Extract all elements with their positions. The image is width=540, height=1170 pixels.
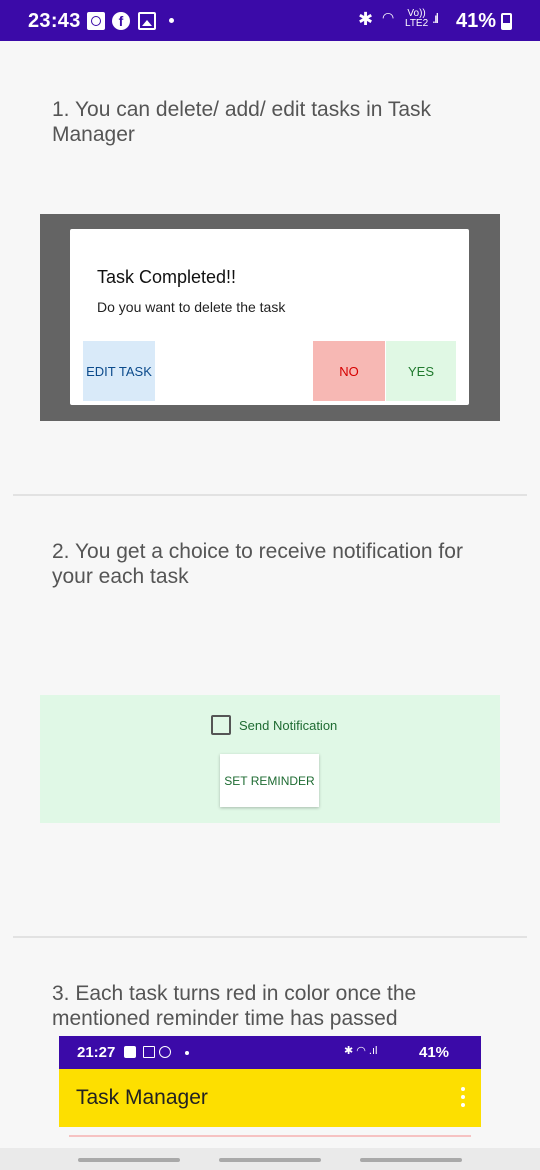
app-toolbar: Task Manager <box>59 1069 481 1127</box>
edit-task-button[interactable]: EDIT TASK <box>83 341 155 401</box>
divider <box>13 936 527 938</box>
notification-screenshot: Send Notification SET REMINDER <box>40 695 500 823</box>
divider <box>13 494 527 496</box>
app-title: Task Manager <box>76 1086 208 1109</box>
delete-task-dialog: Task Completed!! Do you want to delete t… <box>70 229 469 405</box>
preview-status-bar: 21:27 ✱ ◠ .ıl 41% <box>59 1036 481 1069</box>
signal-icon: .ıl <box>432 10 439 26</box>
whatsapp-icon <box>159 1046 171 1058</box>
send-notification-row[interactable]: Send Notification <box>211 715 337 735</box>
step-1-text: 1. You can delete/ add/ edit tasks in Ta… <box>52 98 432 146</box>
preview-status-time: 21:27 <box>77 1044 116 1061</box>
notification-dot-icon <box>169 18 174 23</box>
alarm-icon <box>87 12 105 30</box>
gallery-icon <box>138 12 156 30</box>
step-3-text: 3. Each task turns red in color once the… <box>52 982 417 1030</box>
notification-dot-icon <box>185 1051 189 1055</box>
dialog-title: Task Completed!! <box>97 267 237 287</box>
preview-status-icons: ✱ ◠ .ıl <box>344 1045 378 1057</box>
overflow-menu-icon[interactable] <box>461 1087 465 1107</box>
nav-recent-handle[interactable] <box>78 1158 180 1162</box>
send-notification-label: Send Notification <box>239 717 338 733</box>
send-notification-checkbox[interactable] <box>211 715 231 735</box>
gallery-icon <box>143 1046 155 1058</box>
preview-battery-percent: 41% <box>419 1044 450 1061</box>
wifi-icon: ◠ <box>382 9 395 25</box>
step-2-text: 2. You get a choice to receive notificat… <box>52 540 463 588</box>
yes-button[interactable]: YES <box>386 341 456 401</box>
facebook-icon: f <box>112 12 130 30</box>
battery-percent: 41% <box>456 10 497 32</box>
dialog-screenshot: Task Completed!! Do you want to delete t… <box>40 214 500 421</box>
status-time: 23:43 <box>28 10 81 32</box>
volte-indicator: Vo)) LTE2 <box>405 8 429 29</box>
overdue-task-divider <box>69 1135 471 1137</box>
no-button[interactable]: NO <box>313 341 385 401</box>
bluetooth-icon: ✱ <box>358 9 374 29</box>
navigation-bar <box>0 1148 540 1170</box>
nav-back-handle[interactable] <box>360 1158 462 1162</box>
status-bar: 23:43 f ✱ ◠ Vo)) LTE2 .ıl 41% <box>0 0 540 41</box>
battery-icon <box>501 13 512 30</box>
set-reminder-button[interactable]: SET REMINDER <box>220 754 319 807</box>
alarm-icon <box>124 1046 136 1058</box>
dialog-message: Do you want to delete the task <box>97 299 286 315</box>
nav-home-handle[interactable] <box>219 1158 321 1162</box>
